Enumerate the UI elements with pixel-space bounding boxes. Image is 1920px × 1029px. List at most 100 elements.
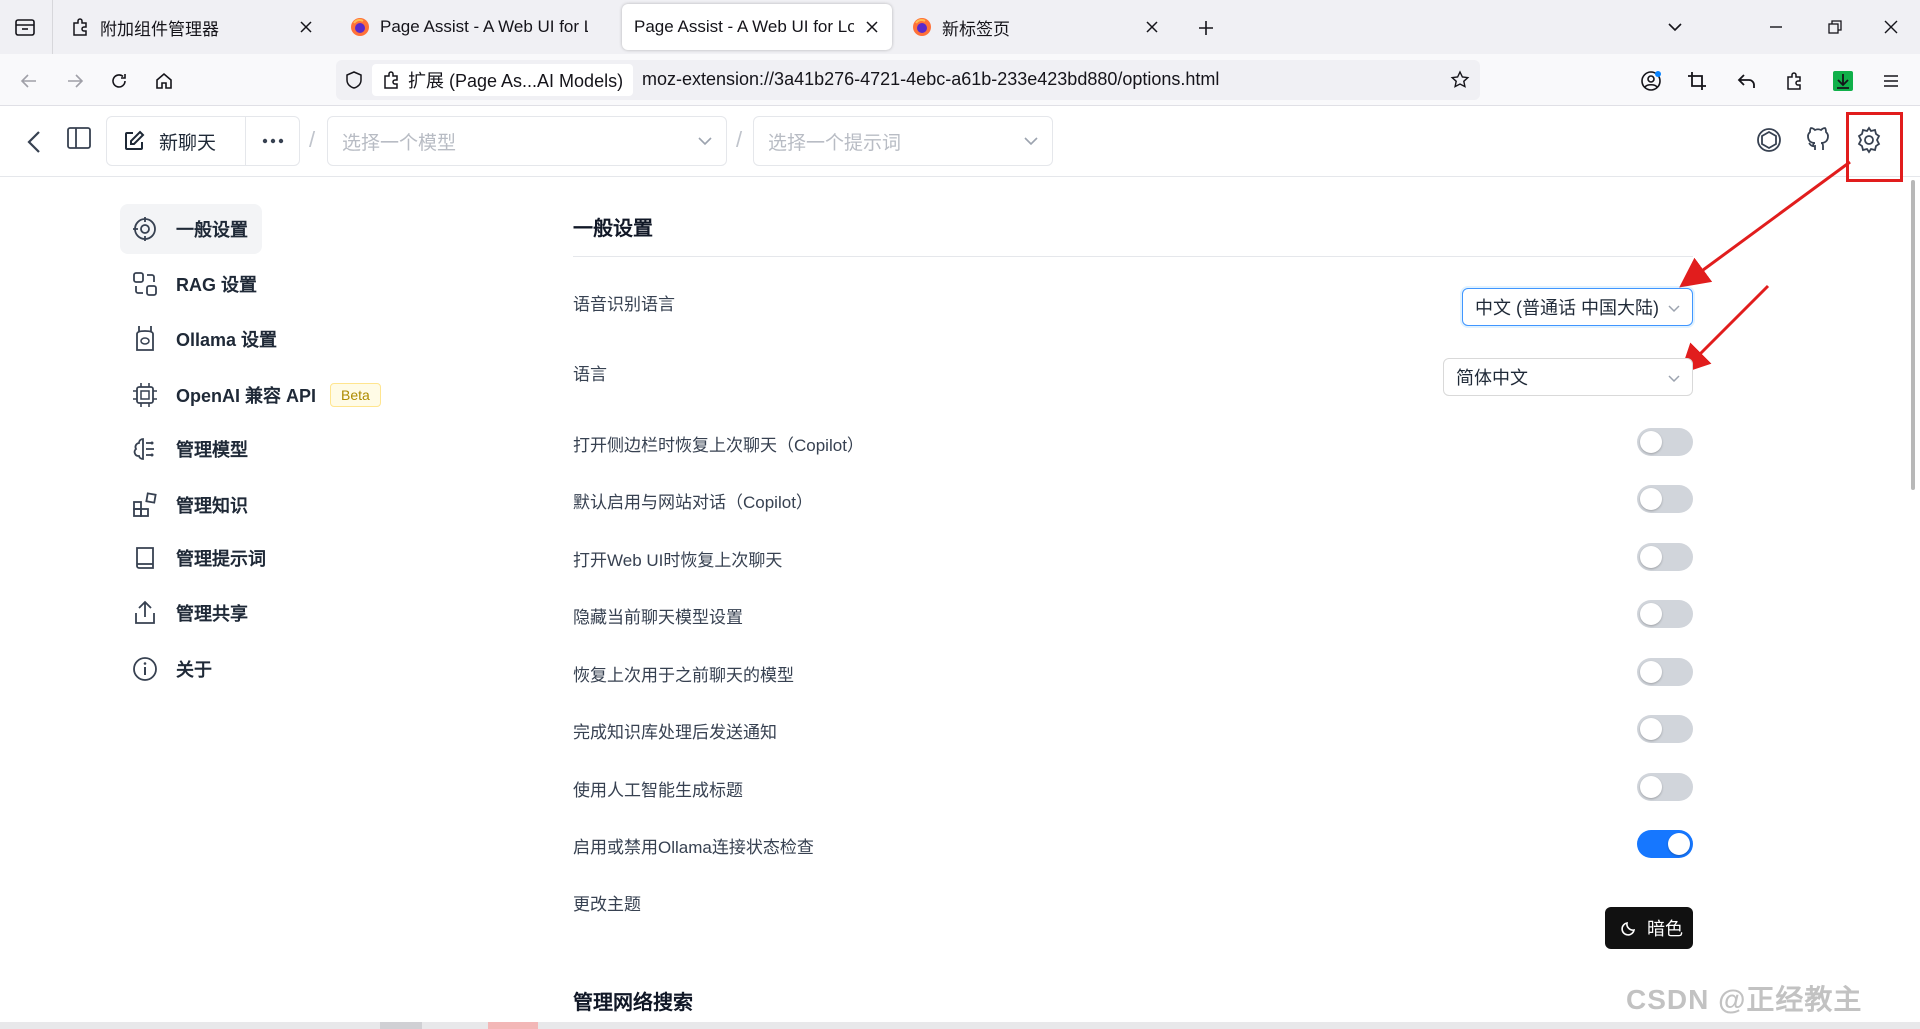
browser-tab-bar: 附加组件管理器 Page Assist - A Web UI for Lo Pa…: [0, 0, 1920, 54]
chip-icon: [130, 380, 160, 410]
sidebar-item-manage-share[interactable]: 管理共享: [120, 588, 262, 638]
sidebar-item-general[interactable]: 一般设置: [120, 204, 262, 254]
sidebar-item-label: 一般设置: [176, 220, 248, 240]
back-arrow-icon[interactable]: [14, 66, 44, 96]
tab-page-assist-1[interactable]: Page Assist - A Web UI for Lo: [338, 4, 612, 50]
puzzle-icon: [70, 17, 90, 37]
language-select[interactable]: 简体中文: [1443, 358, 1693, 396]
tab-page-assist-active[interactable]: Page Assist - A Web UI for Local: [622, 4, 892, 50]
chevron-down-icon: [1024, 137, 1038, 146]
prompt-select-placeholder: 选择一个提示词: [768, 132, 902, 154]
menu-hamburger-icon[interactable]: [1876, 66, 1906, 96]
share-icon: [130, 598, 160, 628]
sidebar-item-label: Ollama 设置: [176, 330, 278, 350]
toggle-label: 隐藏当前聊天模型设置: [573, 608, 743, 627]
url-bar[interactable]: 扩展 (Page As...AI Models) moz-extension:/…: [336, 60, 1480, 100]
restore-last-model-toggle[interactable]: [1637, 658, 1693, 686]
sidebar-item-manage-knowledge[interactable]: 管理知识: [120, 480, 262, 530]
toggle-label: 打开侧边栏时恢复上次聊天（Copilot）: [573, 436, 864, 455]
annotation-arrows: [1679, 160, 1851, 375]
extensions-puzzle-icon[interactable]: [1780, 66, 1810, 96]
tab-title: 新标签页: [942, 19, 1010, 39]
toggle-label: 恢复上次用于之前聊天的模型: [573, 666, 794, 685]
page-scrollbar[interactable]: [1911, 180, 1915, 490]
new-tab-plus-icon[interactable]: [1192, 14, 1220, 42]
new-chat-button[interactable]: 新聊天: [107, 117, 245, 165]
toggle-knob: [1640, 546, 1662, 568]
prompt-select[interactable]: 选择一个提示词: [753, 116, 1053, 166]
speech-language-value: 中文 (普通话 中国大陆): [1475, 298, 1659, 318]
model-select[interactable]: 选择一个模型: [327, 116, 727, 166]
puzzle-icon: [380, 69, 402, 91]
edit-pencil-icon: [121, 128, 147, 154]
toggle-knob: [1640, 431, 1662, 453]
watermark-text: CSDN @正经教主: [1626, 984, 1863, 1015]
book-icon: [130, 543, 160, 573]
theme-dark-button[interactable]: 暗色: [1605, 907, 1693, 949]
toggle-knob: [1668, 833, 1690, 855]
browser-nav-bar: 扩展 (Page As...AI Models) moz-extension:/…: [0, 54, 1920, 106]
header-separator: /: [736, 127, 743, 152]
beta-badge: Beta: [330, 383, 381, 407]
tab-separator: [52, 0, 53, 54]
sidebar-item-about[interactable]: 关于: [120, 644, 226, 694]
sidebar-item-rag[interactable]: RAG 设置: [120, 259, 271, 309]
bookmark-star-icon[interactable]: [1450, 70, 1470, 95]
section-title-general: 一般设置: [573, 218, 653, 240]
bottom-mark: [380, 1022, 422, 1029]
language-label: 语言: [573, 365, 607, 384]
tab-new-tab[interactable]: 新标签页: [900, 4, 1172, 50]
close-icon[interactable]: [296, 17, 316, 37]
hide-model-settings-toggle[interactable]: [1637, 600, 1693, 628]
rag-icon: [130, 269, 160, 299]
shield-icon[interactable]: [344, 70, 364, 95]
url-text[interactable]: moz-extension://3a41b276-4721-4ebc-a61b-…: [642, 69, 1219, 90]
sidebar-item-label: 管理提示词: [176, 549, 266, 569]
toggle-knob: [1640, 661, 1662, 683]
restore-icon[interactable]: [1820, 12, 1850, 42]
restore-last-chat-sidebar-toggle[interactable]: [1637, 428, 1693, 456]
sidebar-item-openai-api[interactable]: OpenAI 兼容 API Beta: [120, 370, 395, 420]
knowledge-notification-toggle[interactable]: [1637, 715, 1693, 743]
sidebar-item-ollama[interactable]: Ollama 设置: [120, 314, 291, 364]
account-icon[interactable]: [1636, 66, 1666, 96]
sidebar-item-label: 管理模型: [176, 440, 248, 460]
section-divider: [573, 256, 1693, 257]
home-icon[interactable]: [149, 66, 179, 96]
bottom-strip: [0, 1022, 1920, 1029]
forward-arrow-icon[interactable]: [60, 66, 90, 96]
speech-language-select[interactable]: 中文 (普通话 中国大陆): [1462, 288, 1693, 326]
llama-icon: [130, 324, 160, 354]
more-options-icon[interactable]: [245, 117, 299, 165]
sidebar-toggle-icon[interactable]: [64, 123, 94, 153]
tab-list-icon[interactable]: [10, 14, 40, 40]
chevron-down-icon: [1668, 375, 1680, 383]
download-icon[interactable]: [1828, 66, 1858, 96]
tab-overflow-chevron-icon[interactable]: [1660, 12, 1690, 42]
restore-last-chat-webui-toggle[interactable]: [1637, 543, 1693, 571]
close-icon[interactable]: [1142, 17, 1162, 37]
sidebar-item-manage-models[interactable]: 管理模型: [120, 424, 262, 474]
sidebar-item-manage-prompts[interactable]: 管理提示词: [120, 533, 280, 583]
sidebar-item-label: OpenAI 兼容 API: [176, 386, 317, 406]
toggle-knob: [1640, 718, 1662, 740]
ai-title-generation-toggle[interactable]: [1637, 773, 1693, 801]
firefox-icon: [350, 17, 370, 37]
minimize-icon[interactable]: [1761, 12, 1791, 42]
crop-icon[interactable]: [1682, 66, 1712, 96]
toggle-label: 启用或禁用Ollama连接状态检查: [573, 838, 814, 857]
chat-with-website-default-toggle[interactable]: [1637, 485, 1693, 513]
toggle-label: 使用人工智能生成标题: [573, 781, 743, 800]
sidebar-item-label: 管理知识: [176, 496, 248, 516]
undo-arrow-icon[interactable]: [1732, 66, 1762, 96]
sidebar-item-label: RAG 设置: [176, 275, 257, 295]
chevron-left-icon[interactable]: [20, 127, 50, 157]
model-select-placeholder: 选择一个模型: [342, 132, 457, 154]
tab-addons-manager[interactable]: 附加组件管理器: [58, 4, 326, 50]
close-icon[interactable]: [862, 17, 882, 37]
extension-identity-chip[interactable]: 扩展 (Page As...AI Models): [372, 64, 634, 96]
window-close-icon[interactable]: [1876, 12, 1906, 42]
ollama-status-check-toggle[interactable]: [1637, 830, 1693, 858]
firefox-icon: [912, 17, 932, 37]
reload-icon[interactable]: [104, 66, 134, 96]
